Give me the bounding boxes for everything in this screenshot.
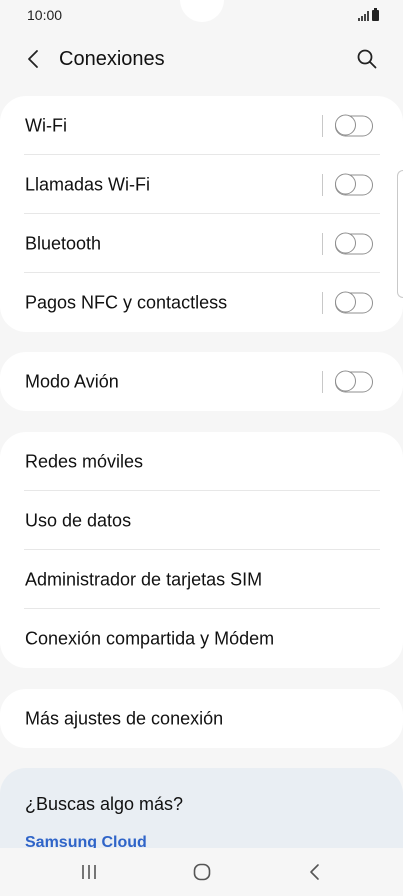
samsung-cloud-link[interactable]: Samsung Cloud (25, 834, 147, 848)
status-icons (358, 8, 379, 21)
setting-label: Uso de datos (25, 510, 132, 530)
divider (322, 370, 323, 393)
home-icon (193, 863, 211, 881)
recent-apps-icon (82, 865, 96, 879)
page-title: Conexiones (59, 48, 165, 70)
setting-label: Más ajustes de conexión (25, 708, 224, 728)
search-button[interactable] (353, 45, 381, 73)
setting-label: Modo Avión (25, 371, 119, 391)
back-nav-button[interactable] (300, 858, 330, 886)
connections-toggles-card: Wi-Fi Llamadas Wi-Fi Bluetooth Pagos NFC… (0, 96, 403, 332)
setting-label: Pagos NFC y contactless (25, 292, 228, 312)
setting-label: Wi-Fi (25, 115, 67, 135)
status-time: 10:00 (27, 7, 63, 23)
settings-row-data-usage[interactable]: Uso de datos (0, 491, 403, 550)
wifi-toggle[interactable] (334, 114, 373, 136)
nfc-toggle[interactable] (334, 291, 373, 313)
setting-label: Redes móviles (25, 451, 144, 471)
status-bar: 10:00 (0, 0, 403, 32)
search-icon (357, 49, 377, 69)
settings-row-wifi-calling[interactable]: Llamadas Wi-Fi (0, 155, 403, 214)
suggestions-title: ¿Buscas algo más? (25, 794, 184, 814)
settings-row-sim-manager[interactable]: Administrador de tarjetas SIM (0, 550, 403, 609)
setting-label: Conexión compartida y Módem (25, 628, 275, 648)
toggle-knob (334, 232, 356, 254)
settings-row-mobile-networks[interactable]: Redes móviles (0, 432, 403, 491)
scroll-indicator[interactable] (397, 170, 403, 298)
settings-row-tethering[interactable]: Conexión compartida y Módem (0, 609, 403, 668)
navigation-bar (0, 848, 403, 896)
toggle-knob (334, 291, 356, 313)
divider (322, 114, 323, 137)
airplane-mode-toggle[interactable] (334, 370, 373, 392)
setting-label: Administrador de tarjetas SIM (25, 569, 263, 589)
mobile-settings-card: Redes móviles Uso de datos Administrador… (0, 432, 403, 668)
chevron-left-icon (28, 50, 38, 68)
toggle-knob (334, 370, 356, 392)
camera-notch (180, 0, 224, 22)
divider (322, 173, 323, 196)
settings-row-more-connection[interactable]: Más ajustes de conexión (0, 689, 403, 748)
signal-icon (358, 11, 369, 21)
divider (322, 232, 323, 255)
app-header: Conexiones (0, 32, 403, 88)
settings-row-wifi[interactable]: Wi-Fi (0, 96, 403, 155)
home-button[interactable] (187, 858, 217, 886)
setting-label: Bluetooth (25, 233, 102, 253)
setting-label: Llamadas Wi-Fi (25, 174, 151, 194)
airplane-mode-card: Modo Avión (0, 352, 403, 411)
back-button[interactable] (20, 45, 48, 73)
settings-row-airplane-mode[interactable]: Modo Avión (0, 352, 403, 411)
more-settings-card: Más ajustes de conexión (0, 689, 403, 748)
suggestions-card: ¿Buscas algo más? Samsung Cloud (0, 768, 403, 848)
toggle-knob (334, 173, 356, 195)
wifi-calling-toggle[interactable] (334, 173, 373, 195)
settings-row-nfc[interactable]: Pagos NFC y contactless (0, 273, 403, 332)
settings-row-bluetooth[interactable]: Bluetooth (0, 214, 403, 273)
back-icon (310, 864, 319, 880)
divider (322, 291, 323, 314)
bluetooth-toggle[interactable] (334, 232, 373, 254)
recent-apps-button[interactable] (74, 858, 104, 886)
battery-icon (372, 8, 379, 21)
toggle-knob (334, 114, 356, 136)
